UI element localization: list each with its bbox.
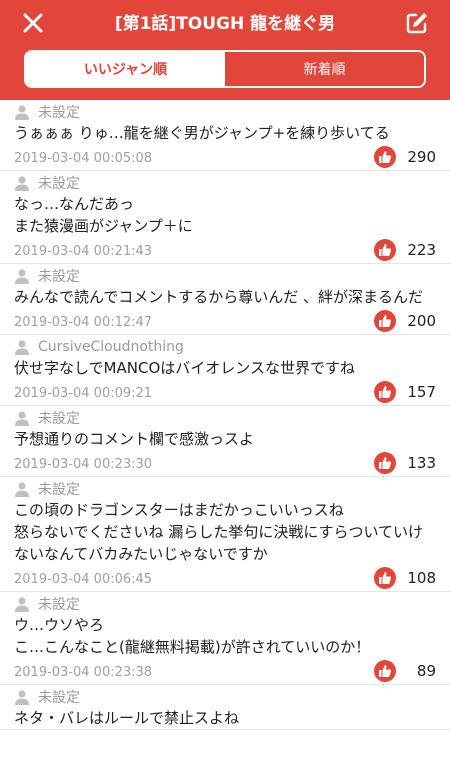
comment-item: 未設定 この頃のドラゴンスターはまだかっこいいっスね 怒らないでくださいね 漏ら… [0, 477, 450, 592]
comment-text: ウ…ウソやろ こ…こんなこと(龍継無料掲載)が許されていいのか！ [14, 616, 371, 656]
comment-username: 未設定 [38, 597, 80, 613]
comment-item: 未設定 予想通りのコメント欄で感激っスよ 2019-03-04 00:23:30… [0, 406, 450, 477]
user-avatar-icon [15, 105, 29, 120]
like-button[interactable]: 108 [374, 567, 436, 589]
edit-comment-button[interactable] [402, 8, 432, 38]
comment-username: 未設定 [38, 411, 80, 427]
comment-item: 未設定 うぁぁぁ りゅ…龍を継ぐ男がジャンプ+を練り歩いてる 2019-03-0… [0, 100, 450, 171]
comment-text: うぁぁぁ りゅ…龍を継ぐ男がジャンプ+を練り歩いてる [14, 124, 390, 142]
comment-item: CursiveCloudnothing 伏せ字なしでMANCOはバイオレンスな世… [0, 335, 450, 406]
comment-username: CursiveCloudnothing [38, 339, 184, 355]
like-count: 133 [407, 454, 436, 472]
like-button[interactable]: 89 [374, 660, 436, 682]
thumbs-up-icon [374, 381, 396, 403]
comment-text: みんなで読んでコメントするから尊いんだ 、絆が深まるんだ [14, 288, 424, 306]
comment-date: 2019-03-04 00:12:47 [14, 315, 153, 330]
user-avatar-icon [15, 269, 29, 284]
thumbs-up-icon [374, 310, 396, 332]
user-avatar-icon [15, 690, 29, 705]
like-button[interactable]: 200 [374, 310, 436, 332]
comment-date: 2019-03-04 00:21:43 [14, 244, 153, 259]
like-count: 290 [407, 148, 436, 166]
user-avatar-icon [15, 340, 29, 355]
comment-date: 2019-03-04 00:23:30 [14, 457, 153, 472]
comment-date: 2019-03-04 00:06:45 [14, 572, 153, 587]
user-avatar-icon [15, 411, 29, 426]
comment-text: ネタ・バレはルールで禁止スよね [14, 709, 240, 727]
like-button[interactable]: 290 [374, 146, 436, 168]
comment-item: 未設定 なっ…なんだあっ また猿漫画がジャンプ＋に 2019-03-04 00:… [0, 171, 450, 264]
tab-newest[interactable]: 新着順 [225, 52, 424, 86]
comment-item: 未設定 ネタ・バレはルールで禁止スよね [0, 685, 450, 730]
like-button[interactable]: 133 [374, 452, 436, 474]
like-count: 89 [416, 662, 436, 680]
close-button[interactable] [18, 8, 48, 38]
thumbs-up-icon [374, 452, 396, 474]
comment-username: 未設定 [38, 269, 80, 285]
comment-date: 2019-03-04 00:05:08 [14, 151, 153, 166]
comment-text: 伏せ字なしでMANCOはバイオレンスな世界ですね [14, 359, 355, 377]
comment-date: 2019-03-04 00:09:21 [14, 386, 153, 401]
comment-text: 予想通りのコメント欄で感激っスよ [14, 430, 255, 448]
comment-text: この頃のドラゴンスターはまだかっこいいっスね 怒らないでくださいね 漏らした挙句… [14, 501, 424, 563]
comment-date: 2019-03-04 00:23:38 [14, 665, 153, 680]
like-button[interactable]: 223 [374, 239, 436, 261]
user-avatar-icon [15, 176, 29, 191]
edit-icon [406, 13, 427, 34]
thumbs-up-icon [374, 567, 396, 589]
tab-popular[interactable]: いいジャン順 [26, 52, 225, 86]
comment-item: 未設定 ウ…ウソやろ こ…こんなこと(龍継無料掲載)が許されていいのか！ 201… [0, 592, 450, 685]
thumbs-up-icon [374, 239, 396, 261]
sort-tabs: いいジャン順 新着順 [24, 50, 426, 88]
comment-username: 未設定 [38, 105, 80, 121]
like-count: 200 [407, 312, 436, 330]
comment-item: 未設定 みんなで読んでコメントするから尊いんだ 、絆が深まるんだ 2019-03… [0, 264, 450, 335]
comment-list: 未設定 うぁぁぁ りゅ…龍を継ぐ男がジャンプ+を練り歩いてる 2019-03-0… [0, 100, 450, 730]
app-header: [第1話]TOUGH 龍を継ぐ男 いいジャン順 新着順 [0, 0, 450, 100]
page-title: [第1話]TOUGH 龍を継ぐ男 [114, 14, 336, 34]
like-count: 108 [407, 569, 436, 587]
user-avatar-icon [15, 597, 29, 612]
user-avatar-icon [15, 482, 29, 497]
like-count: 157 [407, 383, 436, 401]
like-button[interactable]: 157 [374, 381, 436, 403]
like-count: 223 [407, 241, 436, 259]
comment-username: 未設定 [38, 176, 80, 192]
thumbs-up-icon [374, 660, 396, 682]
comment-username: 未設定 [38, 482, 80, 498]
comment-text: なっ…なんだあっ また猿漫画がジャンプ＋に [14, 195, 193, 235]
thumbs-up-icon [374, 146, 396, 168]
close-icon [23, 13, 43, 33]
comment-username: 未設定 [38, 690, 80, 706]
